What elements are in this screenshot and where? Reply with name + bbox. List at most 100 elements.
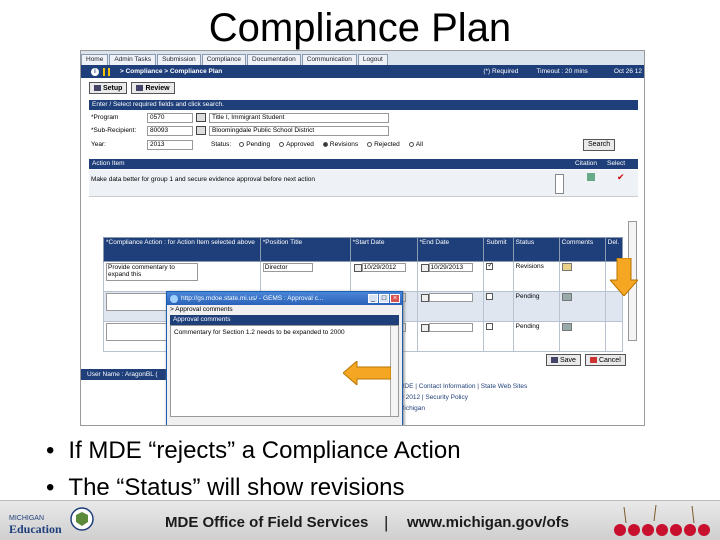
program-row: *Program 0570 Title I, Immigrant Student: [89, 112, 389, 123]
position-cell: Director: [259, 261, 351, 292]
cancel-button[interactable]: Cancel: [584, 354, 626, 366]
status-radio-approved[interactable]: Approved: [279, 141, 314, 148]
footer-bar: MICHIGAN Education MDE Office of Field S…: [0, 500, 720, 540]
arrow-down-icon: [610, 258, 638, 296]
review-icon: [136, 85, 144, 91]
arrow-left-icon: [343, 361, 391, 385]
tab-submission[interactable]: Submission: [157, 54, 201, 65]
end-date-input[interactable]: [428, 293, 473, 302]
toolbar: Setup Review: [89, 82, 175, 94]
program-label: *Program: [91, 114, 119, 121]
logo-text-bottom: Education: [9, 522, 62, 536]
review-label: Review: [145, 84, 170, 92]
submit-checkbox[interactable]: [486, 261, 494, 270]
review-button[interactable]: Review: [131, 82, 175, 94]
col-start-date: *Start Date: [349, 237, 418, 262]
tab-home[interactable]: Home: [81, 54, 109, 65]
start-date-input[interactable]: 10/29/2012: [361, 263, 406, 272]
citation-header: Citation: [575, 160, 598, 167]
program-lookup-icon[interactable]: [196, 113, 206, 122]
search-button[interactable]: Search: [583, 139, 616, 151]
position-input[interactable]: Director: [262, 263, 313, 272]
footer-org: MDE Office of Field Services: [165, 514, 369, 531]
col-end-date: *End Date: [416, 237, 485, 262]
nav-tabs: Home Admin Tasks Submission Compliance D…: [81, 51, 644, 65]
info-icon[interactable]: i: [91, 67, 99, 76]
status-radio-revisions[interactable]: Revisions: [322, 141, 358, 148]
popup-scrollbar[interactable]: [390, 326, 398, 416]
row-scrollbar[interactable]: [555, 174, 564, 194]
radio-dot-selected: [322, 142, 328, 147]
citation-icon[interactable]: [587, 173, 595, 181]
col-compliance-action: *Compliance Action : for Action Item sel…: [103, 237, 261, 262]
select-check-icon[interactable]: ✔: [617, 172, 625, 183]
calendar-icon[interactable]: [420, 263, 429, 272]
radio-dot: [279, 142, 285, 147]
subrecipient-label: *Sub-Recipient:: [91, 127, 137, 134]
radio-label: Rejected: [374, 141, 400, 148]
calendar-icon[interactable]: [420, 293, 429, 302]
date-text: Oct 26 12: [613, 68, 642, 75]
form-instruction: Enter / Select required fields and click…: [89, 100, 638, 110]
setup-label: Setup: [103, 84, 123, 92]
tab-compliance[interactable]: Compliance: [201, 54, 247, 65]
save-button[interactable]: Save: [546, 354, 581, 366]
action-item-header-label: Action Item: [92, 160, 125, 167]
footer-link-line[interactable]: MDE | Contact Information | State Web Si…: [399, 381, 527, 392]
end-cell: [416, 291, 485, 322]
program-code-field[interactable]: 0570: [147, 112, 193, 123]
footer-links: MDE | Contact Information | State Web Si…: [399, 381, 527, 414]
footer-link-line[interactable]: © 2012 | Security Policy: [399, 392, 527, 403]
action-textarea[interactable]: Provide commentary to expand this: [106, 263, 198, 281]
action-item-row[interactable]: Make data better for group 1 and secure …: [89, 170, 638, 197]
footer-link-line: Michigan: [399, 405, 426, 412]
tab-communication[interactable]: Communication: [301, 54, 357, 65]
cancel-label: Cancel: [598, 356, 621, 364]
minimize-button[interactable]: _: [368, 294, 378, 303]
col-position-title: *Position Title: [259, 237, 351, 262]
setup-button[interactable]: Setup: [89, 82, 128, 94]
tab-documentation[interactable]: Documentation: [247, 54, 301, 65]
tab-admin-tasks[interactable]: Admin Tasks: [109, 54, 157, 65]
action-cell[interactable]: Provide commentary to expand this: [103, 261, 261, 292]
action-item-text: Make data better for group 1 and secure …: [91, 176, 316, 183]
popup-titlebar[interactable]: http://gs.mdoe.state.mi.us/ - GEMS : App…: [167, 292, 402, 305]
subrecipient-lookup-icon[interactable]: [196, 126, 206, 135]
status-cell: Pending: [512, 291, 560, 322]
comment-icon[interactable]: [561, 263, 572, 271]
calendar-icon[interactable]: [420, 323, 429, 332]
comment-icon[interactable]: [561, 293, 572, 301]
end-date-input[interactable]: [428, 323, 473, 332]
status-radio-all[interactable]: All: [408, 141, 423, 148]
submit-cell: [483, 321, 514, 352]
submit-checkbox[interactable]: [486, 293, 494, 300]
year-field[interactable]: 2013: [147, 139, 193, 150]
tab-logout[interactable]: Logout: [357, 54, 388, 65]
comment-icon[interactable]: [561, 323, 572, 331]
logo-text-top: MICHIGAN: [9, 515, 44, 522]
subrecipient-code-field[interactable]: 80093: [147, 125, 193, 136]
pause-icon[interactable]: [103, 67, 110, 76]
required-note: (*) Required: [483, 68, 519, 75]
maximize-button[interactable]: □: [379, 294, 389, 303]
radio-label: Pending: [246, 141, 271, 148]
save-icon: [551, 357, 558, 363]
select-header: Select: [607, 160, 626, 167]
browser-icon: [170, 294, 178, 303]
end-cell: [416, 321, 485, 352]
end-date-input[interactable]: 10/29/2013: [428, 263, 473, 272]
footer-url[interactable]: www.michigan.gov/ofs: [407, 514, 569, 531]
status-radio-pending[interactable]: Pending: [239, 141, 270, 148]
footer-separator: |: [384, 513, 389, 532]
comments-cell: [558, 321, 606, 352]
close-button[interactable]: ×: [390, 294, 400, 303]
submit-checkbox[interactable]: [486, 323, 494, 330]
breadcrumb: > Compliance > Compliance Plan: [120, 68, 223, 75]
radio-dot: [408, 142, 414, 147]
submit-cell: [483, 291, 514, 322]
apples-illustration: [614, 504, 710, 536]
submit-cell: [483, 261, 514, 292]
status-radio-rejected[interactable]: Rejected: [367, 141, 400, 148]
col-submit: Submit: [483, 237, 514, 262]
calendar-icon[interactable]: [353, 263, 362, 272]
